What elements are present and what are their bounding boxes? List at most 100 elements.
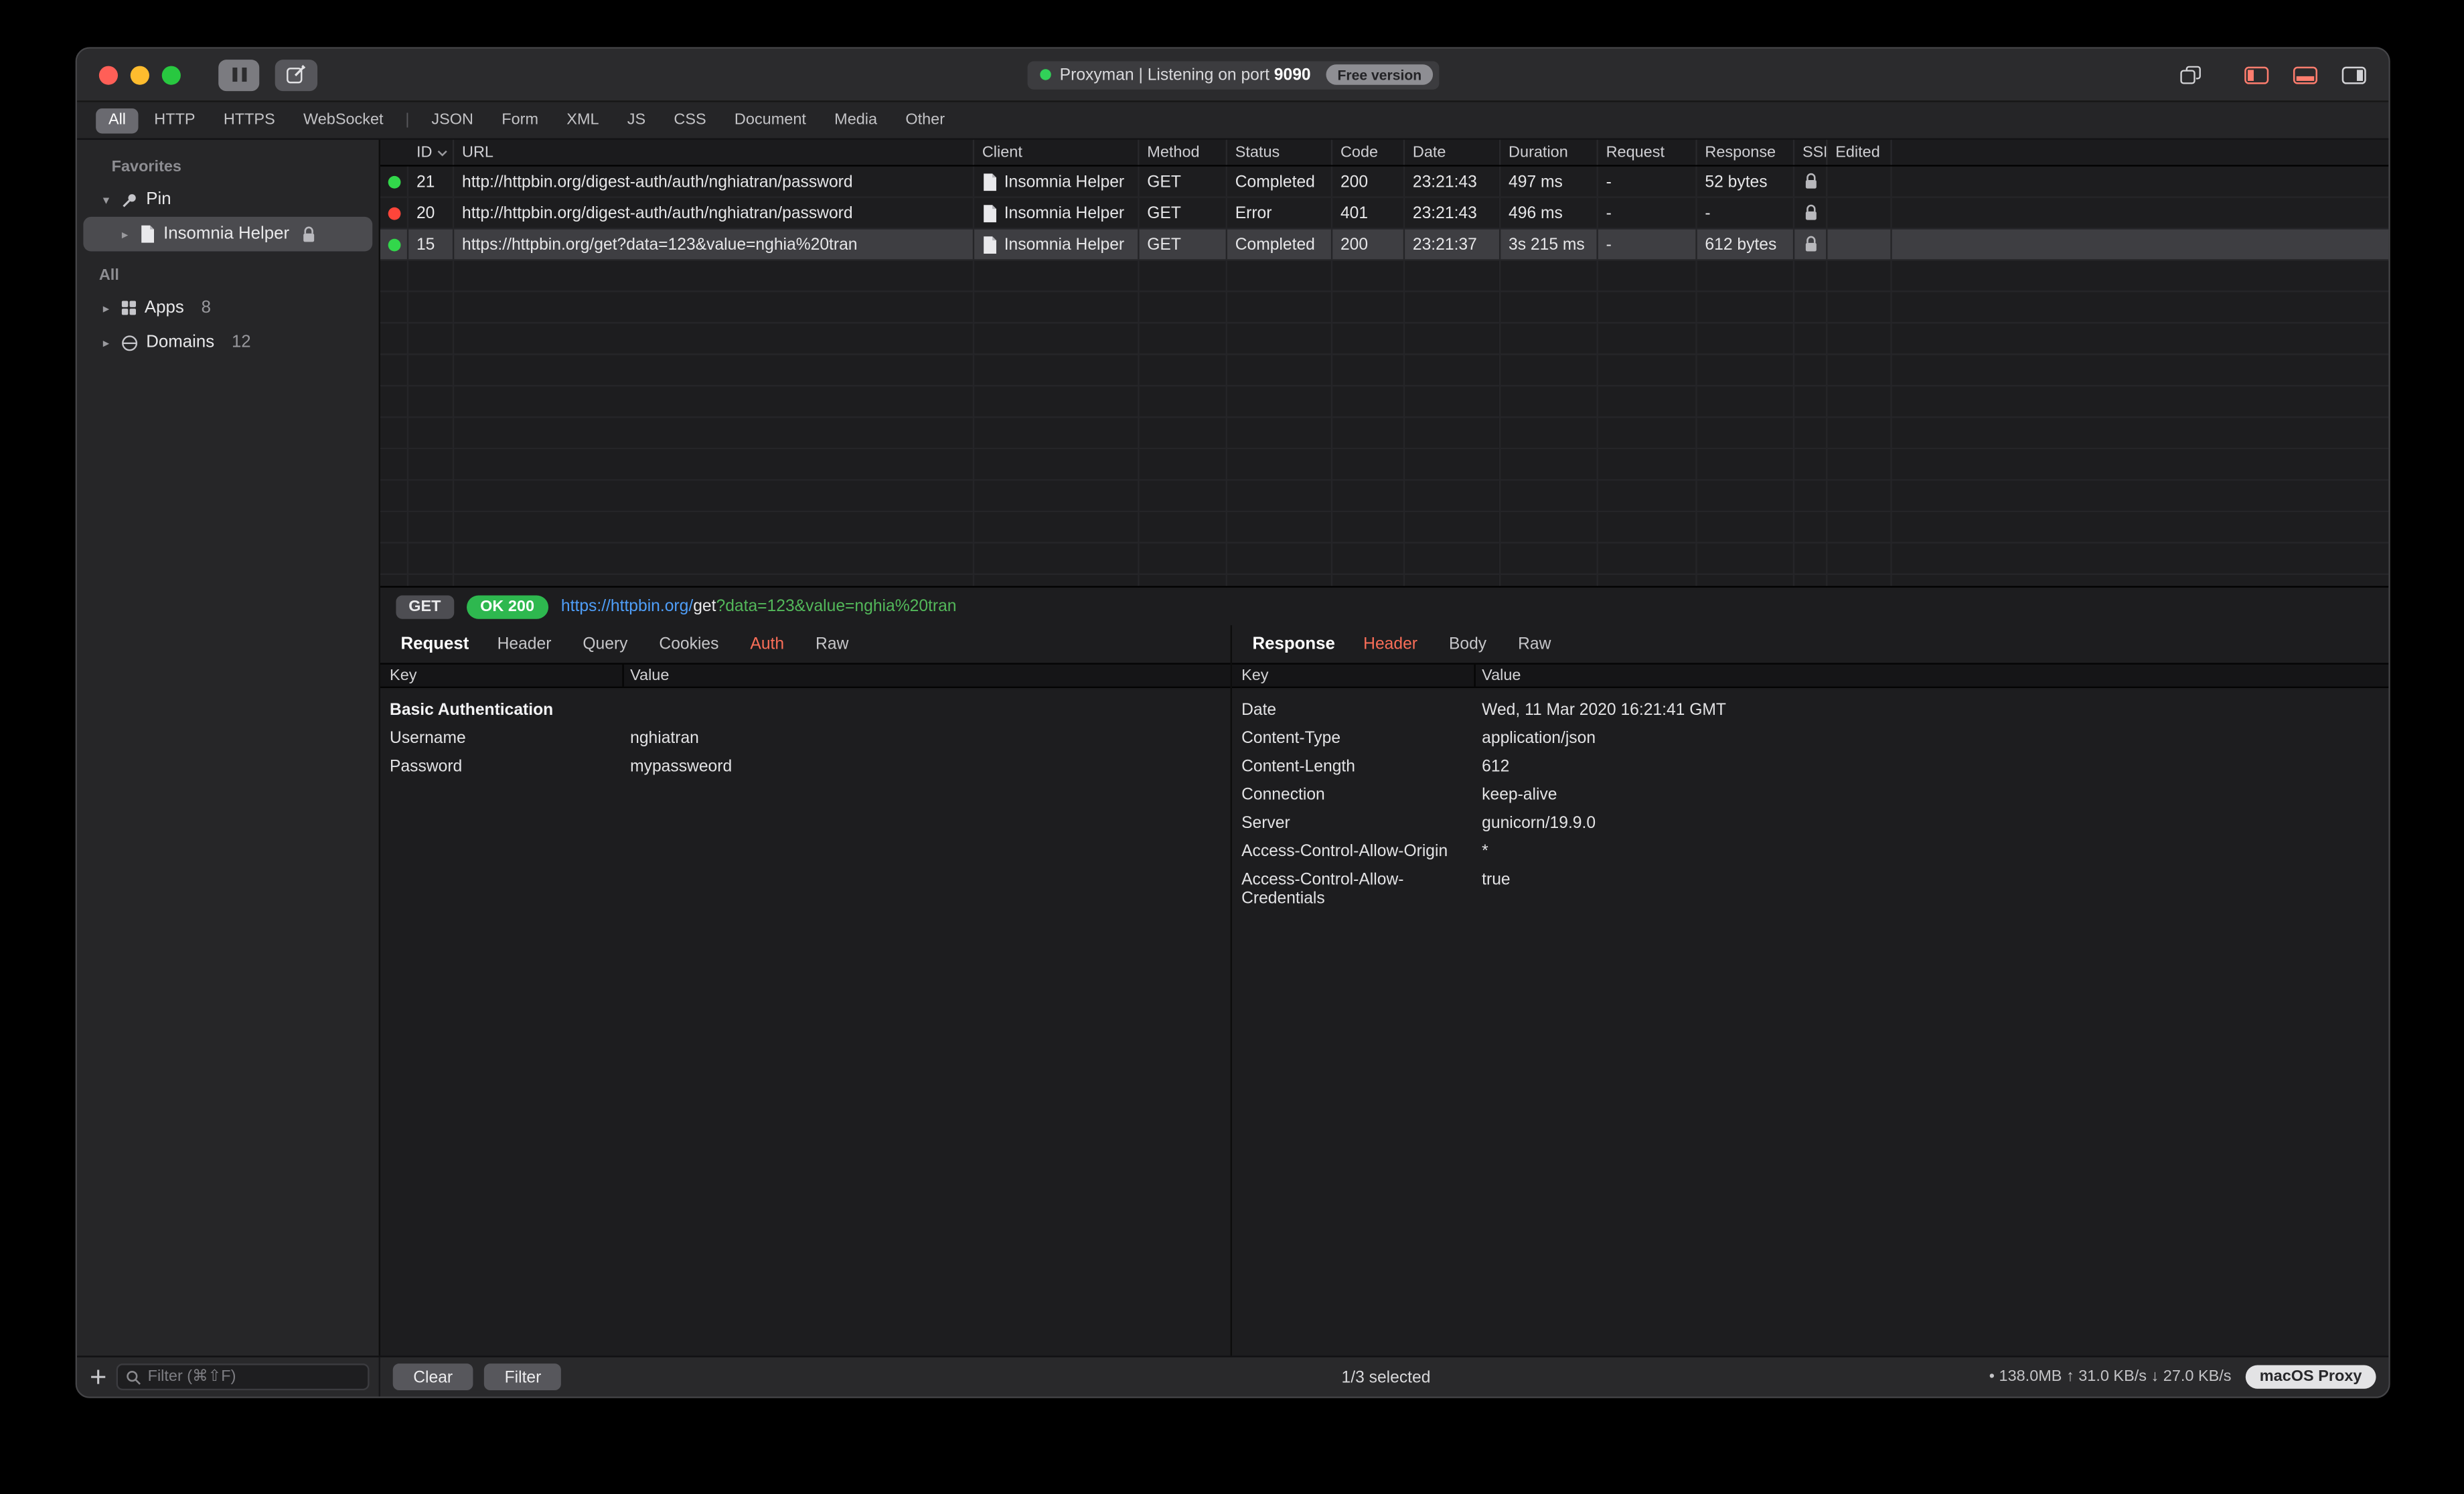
cell-edited <box>1827 197 1892 228</box>
sidebar-filter-field[interactable] <box>116 1363 370 1391</box>
network-stats-text: • 138.0MB ↑ 31.0 KB/s ↓ 27.0 KB/s <box>1989 1368 2232 1386</box>
column-header-method[interactable]: Method <box>1140 139 1227 165</box>
pause-icon <box>241 67 246 82</box>
filter-tab-media[interactable]: Media <box>822 108 890 133</box>
tab-response-raw[interactable]: Raw <box>1503 635 1567 653</box>
toggle-right-panel-button[interactable] <box>2341 65 2367 84</box>
filter-tab-form[interactable]: Form <box>489 108 550 133</box>
value-column-header: Value <box>630 667 670 685</box>
column-header-client[interactable]: Client <box>974 139 1140 165</box>
column-header-code[interactable]: Code <box>1332 139 1405 165</box>
column-header-duration[interactable]: Duration <box>1500 139 1598 165</box>
filter-button[interactable]: Filter <box>484 1363 562 1391</box>
disclosure-open-icon[interactable]: ▾ <box>99 193 113 207</box>
detail-panes: Request Header Query Cookies Auth Raw Ke… <box>380 625 2389 1356</box>
kv-row: Server gunicorn/19.9.0 <box>1241 813 1596 833</box>
ssl-lock-icon <box>1803 204 1817 222</box>
filter-tab-css[interactable]: CSS <box>662 108 719 133</box>
zoom-button[interactable] <box>161 65 181 84</box>
statusbar-right: • 138.0MB ↑ 31.0 KB/s ↓ 27.0 KB/s macOS … <box>1989 1365 2389 1389</box>
recording-dot-icon <box>1039 69 1051 80</box>
column-header-filler <box>1892 140 2389 165</box>
request-kv-body: Basic Authentication Username nghiatran P… <box>380 688 1231 782</box>
kv-row: Date Wed, 11 Mar 2020 16:21:41 GMT <box>1241 700 1727 720</box>
tab-request-raw[interactable]: Raw <box>800 635 864 653</box>
cell-duration: 3s 215 ms <box>1500 229 1598 260</box>
column-header-id[interactable]: ID <box>408 139 455 165</box>
macos-proxy-badge[interactable]: macOS Proxy <box>2245 1365 2376 1389</box>
toggle-bottom-panel-button[interactable] <box>2293 65 2318 84</box>
pin-icon <box>121 191 139 208</box>
duplicate-window-button[interactable] <box>2179 65 2202 84</box>
right-panel-icon <box>2341 66 2366 84</box>
titlebar-right-controls <box>2179 65 2366 84</box>
sidebar-item-pin[interactable]: ▾ Pin <box>77 182 379 217</box>
minimize-button[interactable] <box>130 65 149 84</box>
apps-label: Apps <box>144 298 184 318</box>
column-header-status[interactable]: Status <box>1227 139 1333 165</box>
clear-button[interactable]: Clear <box>392 1363 473 1391</box>
column-header-date[interactable]: Date <box>1405 139 1501 165</box>
add-filter-button[interactable] <box>90 1368 107 1386</box>
filter-tab-document[interactable]: Document <box>722 108 819 133</box>
column-header-response[interactable]: Response <box>1697 139 1795 165</box>
left-panel-icon <box>2244 66 2269 84</box>
kv-row: Password mypassweord <box>390 757 733 776</box>
tab-response-body[interactable]: Body <box>1433 635 1502 653</box>
cell-duration: 497 ms <box>1500 166 1598 197</box>
lock-icon <box>302 226 316 243</box>
filter-tab-https[interactable]: HTTPS <box>211 108 287 133</box>
domains-label: Domains <box>146 333 215 352</box>
sidebar-item-apps[interactable]: ▸ Apps 8 <box>77 290 379 325</box>
cell-client: Insomnia Helper <box>974 197 1140 228</box>
disclosure-closed-icon[interactable]: ▸ <box>99 301 113 315</box>
sidebar-filter-input[interactable] <box>147 1368 360 1386</box>
app-doc-icon <box>982 172 998 191</box>
sort-chevron-icon <box>437 149 447 156</box>
disclosure-closed-icon[interactable]: ▸ <box>118 227 132 241</box>
tab-request-query[interactable]: Query <box>567 635 643 653</box>
tab-response-header[interactable]: Header <box>1348 635 1434 653</box>
cell-edited <box>1827 229 1892 260</box>
cell-date: 23:21:43 <box>1405 166 1501 197</box>
cell-client: Insomnia Helper <box>974 229 1140 260</box>
column-header-request[interactable]: Request <box>1598 139 1697 165</box>
sidebar-item-domains[interactable]: ▸ Domains 12 <box>77 325 379 360</box>
cell-response: - <box>1697 197 1795 228</box>
kv-row: Connection keep-alive <box>1241 785 1557 805</box>
column-header-url[interactable]: URL <box>454 139 975 165</box>
table-row-selected[interactable]: 15 https://httpbin.org/get?data=123&valu… <box>380 229 2389 261</box>
cell-request: - <box>1598 166 1697 197</box>
cell-status: Completed <box>1227 229 1333 260</box>
filter-tab-other[interactable]: Other <box>893 108 957 133</box>
compose-request-button[interactable] <box>275 59 318 90</box>
selection-count-text: 1/3 selected <box>1341 1367 1431 1387</box>
cell-ssl <box>1794 166 1828 197</box>
cell-duration: 496 ms <box>1500 197 1598 228</box>
filter-tab-http[interactable]: HTTP <box>142 108 208 133</box>
filter-tab-xml[interactable]: XML <box>554 108 612 133</box>
filter-tab-js[interactable]: JS <box>615 108 658 133</box>
filter-tab-websocket[interactable]: WebSocket <box>291 108 396 133</box>
table-header-row: ID URL Client Method Status Code Date Du… <box>380 139 2389 167</box>
response-kv-header: Key Value <box>1232 663 2389 688</box>
filter-tab-all[interactable]: All <box>96 107 139 133</box>
pause-capture-button[interactable] <box>218 59 260 90</box>
response-pane-title: Response <box>1252 635 1335 654</box>
column-header-ssl[interactable]: SSL <box>1794 139 1828 165</box>
tab-request-auth[interactable]: Auth <box>735 635 800 653</box>
tab-request-header[interactable]: Header <box>481 635 567 653</box>
response-pane: Response Header Body Raw Key Value Date W… <box>1232 625 2389 1355</box>
table-row[interactable]: 20 http://httpbin.org/digest-auth/auth/n… <box>380 197 2389 230</box>
close-button[interactable] <box>98 65 119 84</box>
table-row[interactable]: 21 http://httpbin.org/digest-auth/auth/n… <box>380 166 2389 198</box>
disclosure-closed-icon[interactable]: ▸ <box>99 335 113 349</box>
toggle-sidebar-button[interactable] <box>2244 65 2269 84</box>
column-header-edited[interactable]: Edited <box>1827 139 1892 165</box>
cell-request: - <box>1598 229 1697 260</box>
sidebar-item-insomnia-helper[interactable]: ▸ Insomnia Helper <box>83 216 373 252</box>
statusbar: Clear Filter 1/3 selected • 138.0MB ↑ 31… <box>77 1355 2389 1397</box>
filter-tab-json[interactable]: JSON <box>419 108 486 133</box>
tab-request-cookies[interactable]: Cookies <box>643 635 735 653</box>
app-doc-icon <box>140 225 155 244</box>
